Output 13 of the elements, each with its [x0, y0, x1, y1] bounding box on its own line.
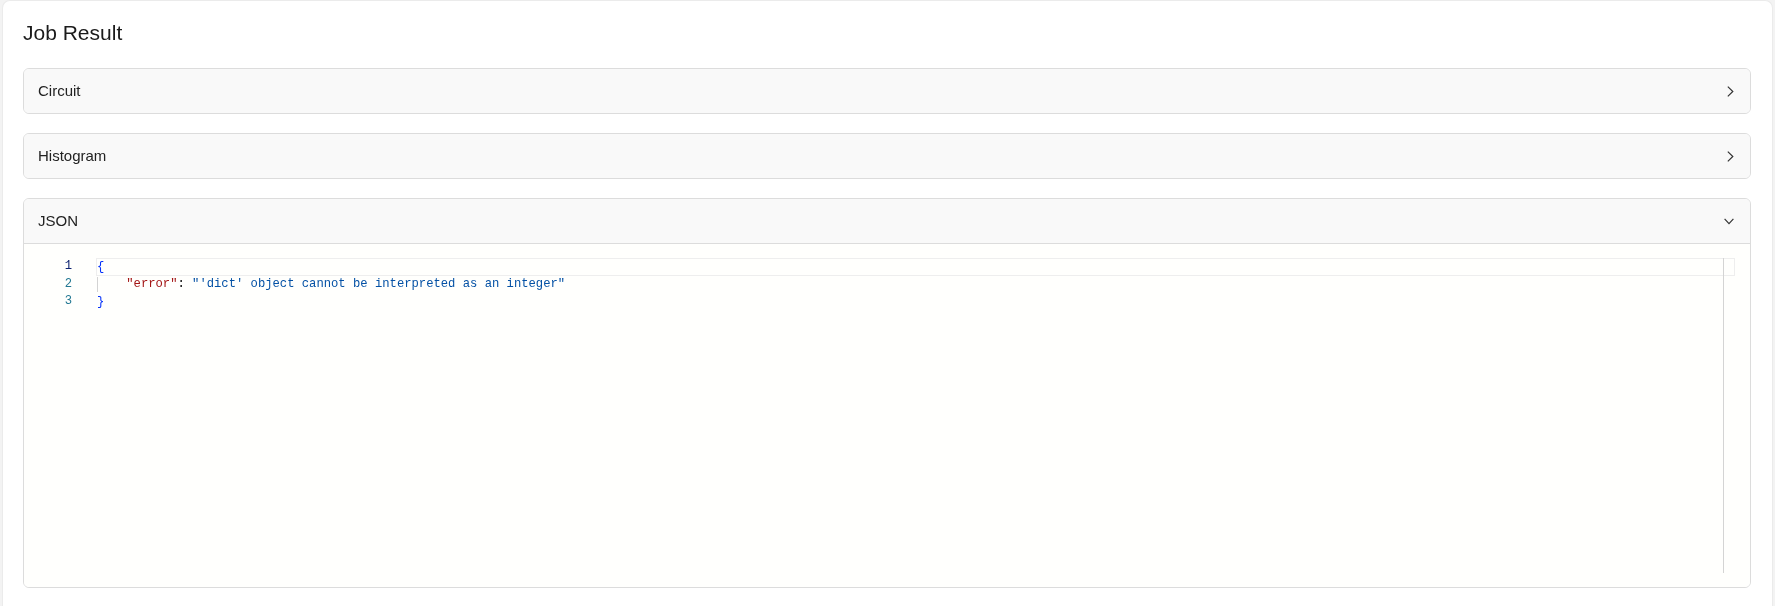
chevron-right-icon — [1727, 85, 1734, 97]
code-line: } — [97, 294, 105, 310]
code-line: { — [97, 259, 105, 275]
accordion-header[interactable]: Circuit — [24, 69, 1750, 113]
accordion-header[interactable]: Histogram — [24, 134, 1750, 178]
line-number: 1 — [64, 258, 72, 275]
chevron-down-icon — [1724, 217, 1734, 225]
page-title: Job Result — [23, 20, 123, 46]
line-number: 2 — [64, 275, 72, 293]
chevron-right-icon — [1727, 150, 1734, 162]
line-number: 3 — [64, 293, 72, 311]
accordion-header[interactable]: JSON — [24, 199, 1750, 244]
code-line: "error": "'dict' object cannot be interpreted as an integer" — [126, 276, 566, 293]
